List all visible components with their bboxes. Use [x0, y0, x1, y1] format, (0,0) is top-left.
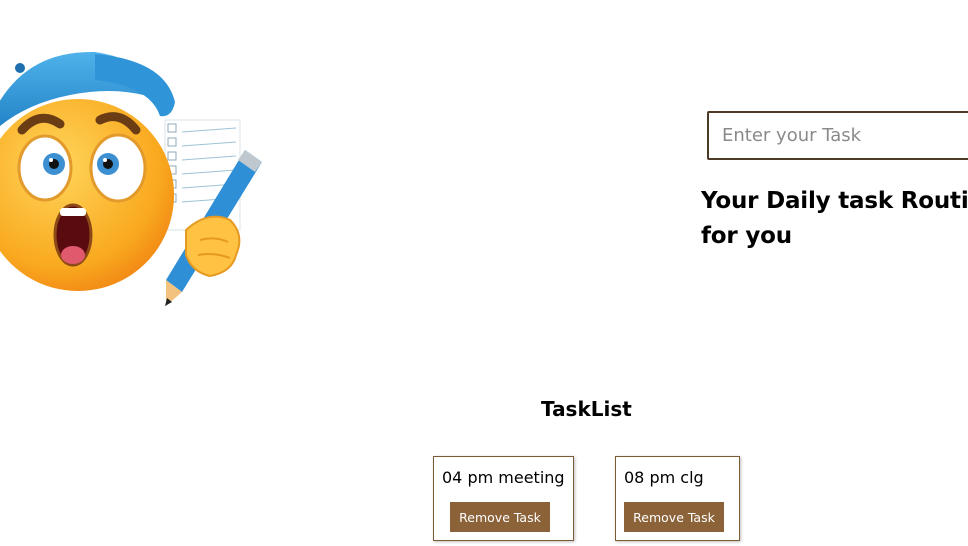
page: Your Daily task Routine for you TaskList…	[0, 0, 968, 546]
task-text: 08 pm clg	[624, 468, 704, 487]
tasklist-title: TaskList	[541, 397, 632, 421]
page-headline: Your Daily task Routine for you	[701, 184, 968, 254]
headline-line-1: Your Daily task Routine	[701, 188, 968, 214]
headline-line-2: for you	[701, 223, 792, 249]
remove-task-button[interactable]: Remove Task	[624, 502, 724, 532]
remove-task-button[interactable]: Remove Task	[450, 502, 550, 532]
shocked-emoji-icon	[0, 51, 262, 306]
task-card: 04 pm meeting Remove Task	[433, 456, 574, 541]
task-input[interactable]	[707, 111, 968, 160]
task-card: 08 pm clg Remove Task	[615, 456, 740, 541]
task-text: 04 pm meeting	[442, 468, 565, 487]
